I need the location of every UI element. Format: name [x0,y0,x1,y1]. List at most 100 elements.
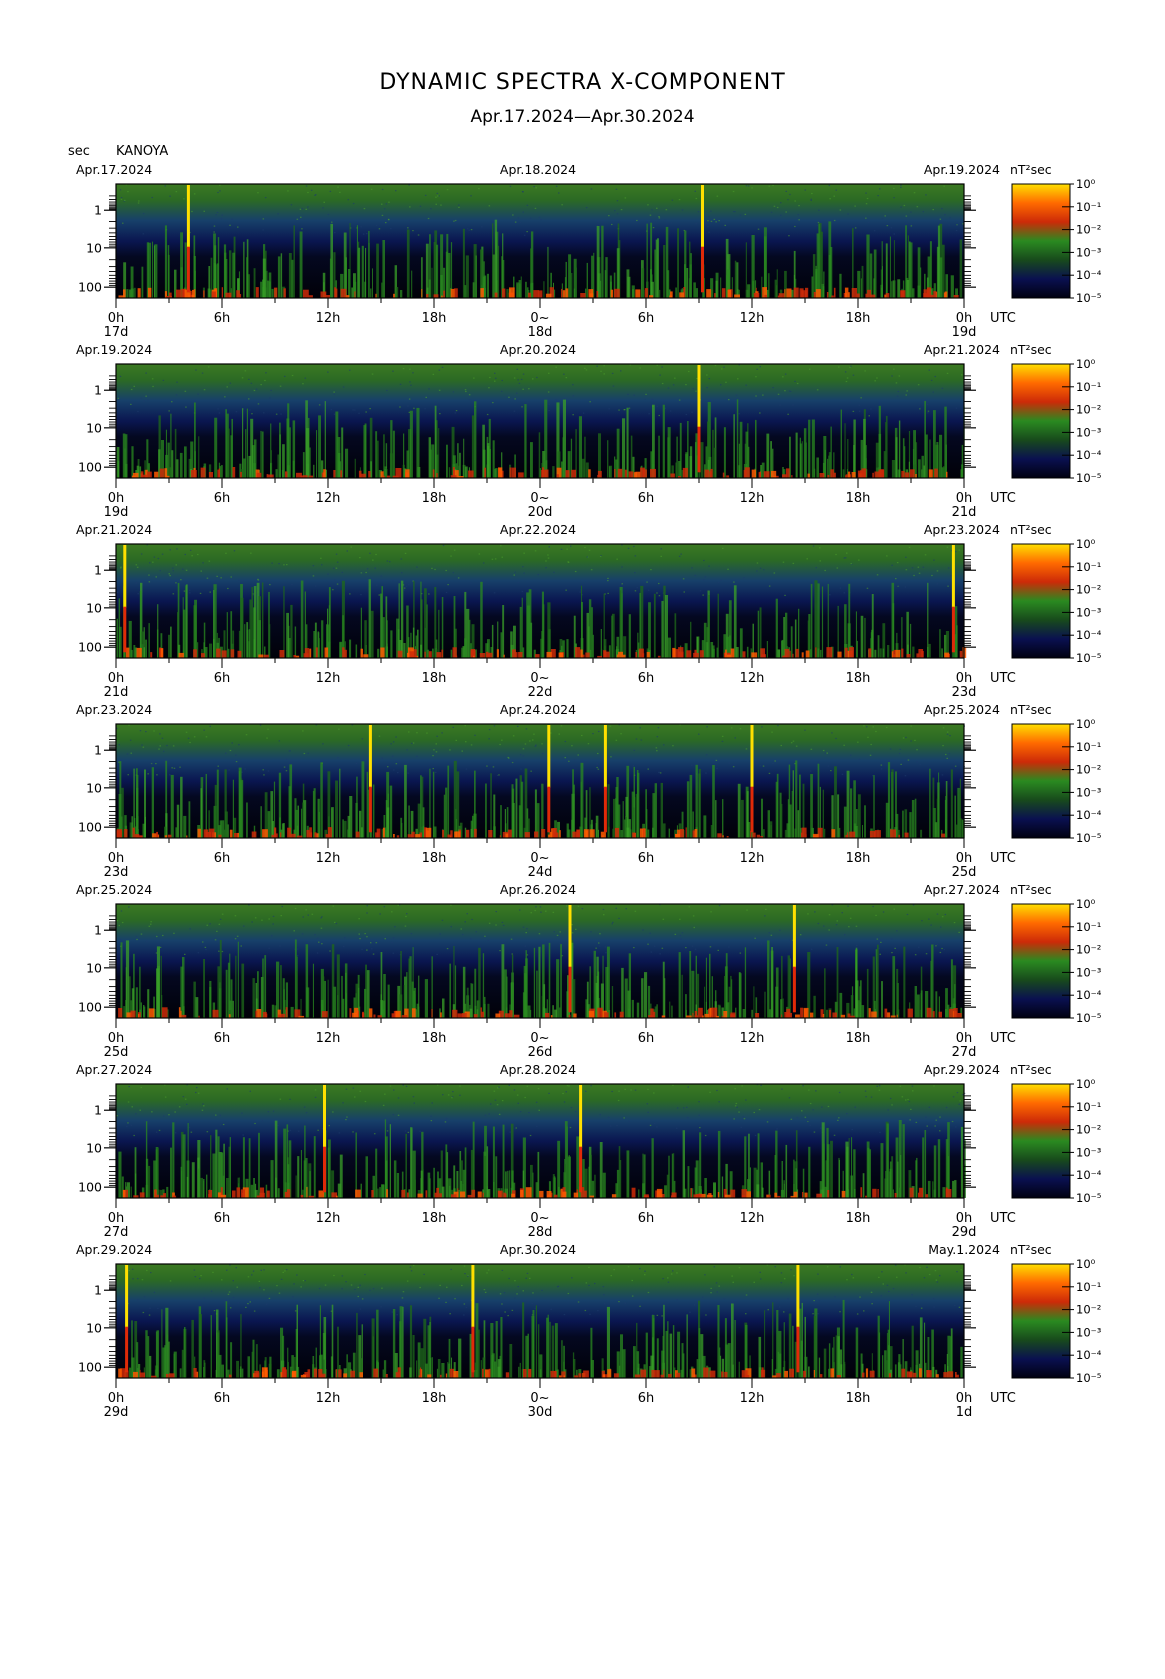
spectrum-speckle [873,581,875,583]
spectrum-speckle [431,567,433,569]
spectrum-activity-spike [566,1126,568,1198]
spectrum-speckle [463,1303,466,1305]
spectrum-activity-spike [337,1183,341,1198]
spectrum-speckle [685,413,688,416]
spectrum-activity-spike [279,434,281,478]
spectrum-activity-spike [180,776,183,838]
spectrum-activity-spike [891,769,894,838]
spectrum-speckle [315,194,317,196]
spectrum-activity-spike [887,645,890,658]
spectrum-speckle [597,752,599,755]
spectrum-speckle [464,725,466,727]
spectrum-speckle [346,1116,348,1118]
spectrum-activity-spike [808,1146,811,1198]
spectrum-speckle [481,226,483,228]
spectrum-speckle [901,1096,904,1098]
spectrum-speckle [525,1277,527,1279]
spectrum-speckle [723,366,725,368]
spectrum-speckle [939,218,942,220]
spectrum-speckle [650,951,653,953]
spectrum-speckle [450,904,452,906]
spectrum-speckle [296,954,299,956]
spectrum-speckle [537,574,539,576]
spectrum-activity-spike [217,1136,220,1198]
x-unit-label: UTC [990,1211,1016,1226]
spectrum-activity-spike [856,640,858,658]
spectrum-speckle [226,1088,228,1090]
spectrum-speckle [671,199,674,201]
spectrum-speckle [529,1134,532,1137]
spectrum-speckle [734,737,736,739]
spectrum-activity-spike [393,1160,397,1198]
spectrum-speckle [776,206,779,209]
spectrum-speckle [201,1109,204,1111]
spectrum-low-freq-power [236,1187,241,1198]
spectrum-speckle [810,748,813,750]
spectrum-speckle [745,384,747,386]
broadband-event-core [603,725,607,788]
spectrum-speckle [404,925,407,927]
spectrum-speckle [530,912,532,914]
spectrum-speckle [694,948,697,950]
spectrum-activity-spike [448,467,451,478]
spectrum-speckle [279,1098,282,1100]
spectrum-speckle [735,1102,738,1105]
spectrum-speckle [705,772,707,774]
spectrum-speckle [566,1085,569,1087]
spectrum-speckle [522,191,524,193]
spectrum-speckle [833,195,835,197]
spectrum-speckle [722,547,724,549]
spectrum-speckle [392,741,395,743]
spectrum-activity-spike [955,824,958,838]
spectrum-activity-spike [524,404,527,478]
spectrum-activity-spike [134,287,136,298]
spectrum-speckle [140,1086,142,1089]
spectrum-activity-spike [270,450,272,478]
spectrum-speckle [579,591,581,593]
spectrum-activity-spike [736,262,739,298]
panel-date-mid: Apr.28.2024 [500,1062,576,1077]
spectrum-speckle [522,566,524,568]
spectrum-speckle [285,770,288,772]
spectrum-speckle [589,401,591,403]
spectrum-speckle [153,556,156,558]
spectrum-speckle [680,553,682,555]
spectrum-activity-spike [647,985,651,1018]
spectrum-speckle [381,214,384,216]
spectrum-speckle [245,734,248,736]
spectrum-activity-spike [500,805,502,838]
spectrum-activity-spike [264,955,267,1018]
spectrum-low-freq-power [154,1189,157,1198]
spectrum-speckle [412,230,414,232]
spectrum-speckle [949,580,951,583]
spectrum-low-freq-power [723,1011,728,1018]
spectrum-activity-spike [459,452,461,478]
spectrum-activity-spike [316,430,318,478]
spectrum-low-freq-power [624,469,627,478]
spectrum-activity-spike [886,1123,889,1198]
spectrum-speckle [628,407,631,409]
spectrum-speckle [902,737,905,739]
spectrum-activity-spike [390,630,393,658]
spectrum-activity-spike [327,979,329,1018]
spectrum-speckle [330,409,333,411]
spectrum-activity-spike [654,249,657,298]
spectrum-speckle [145,940,148,942]
spectrum-low-freq-power [545,1012,550,1018]
spectrum-activity-spike [812,254,816,298]
spectrum-speckle [927,410,930,412]
spectrum-speckle [958,1103,960,1105]
spectrum-low-freq-power [221,650,227,658]
colorbar-tick-label: 10⁻¹ [1076,920,1101,934]
spectrum-speckle [162,379,165,381]
spectrum-low-freq-power [576,829,580,838]
spectrum-speckle [834,1296,836,1298]
spectrum-speckle [705,1314,707,1316]
spectrum-activity-spike [911,800,915,838]
spectrum-low-freq-power [542,467,545,478]
spectrum-speckle [524,945,526,947]
spectrum-speckle [794,200,796,202]
spectrum-low-freq-power [614,469,616,478]
spectrum-activity-spike [568,1155,570,1198]
spectrum-activity-spike [687,1166,690,1198]
